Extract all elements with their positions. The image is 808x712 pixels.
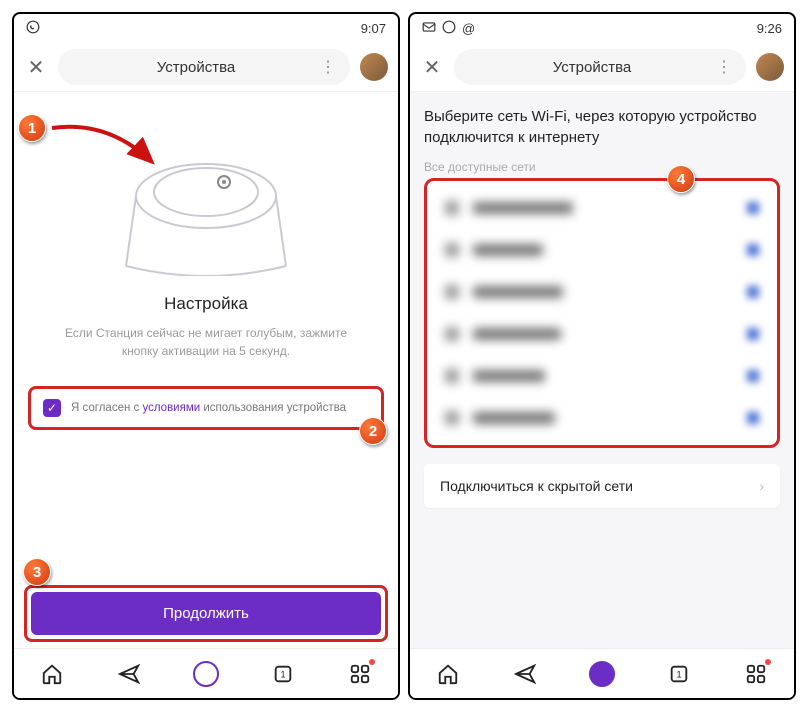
nav-apps-icon[interactable] [347,661,373,687]
wifi-name [473,244,543,256]
more-icon[interactable]: ⋮ [716,57,732,77]
bottom-nav: 1 [410,648,794,698]
nav-home-icon[interactable] [435,661,461,687]
mail-icon [422,21,436,36]
callout-2: 2 [359,417,387,445]
wifi-network-item[interactable] [431,271,773,313]
svg-text:1: 1 [280,669,285,679]
wifi-name [473,370,545,382]
wifi-signal-icon [445,411,459,425]
status-time: 9:07 [361,21,386,36]
nav-send-icon[interactable] [512,661,538,687]
wifi-name [473,286,563,298]
avatar[interactable] [756,53,784,81]
wifi-network-item[interactable] [431,355,773,397]
wifi-network-item[interactable] [431,313,773,355]
setup-subtitle: Если Станция сейчас не мигает голубым, з… [28,324,384,360]
header-pill[interactable]: Устройства ⋮ [454,49,746,85]
lock-icon [747,412,759,424]
wifi-network-item[interactable] [431,229,773,271]
wifi-signal-icon [445,327,459,341]
notification-dot-icon [765,659,771,665]
nav-alice-icon[interactable] [589,661,615,687]
lock-icon [747,370,759,382]
nav-apps-icon[interactable] [743,661,769,687]
hidden-network-label: Подключиться к скрытой сети [440,478,633,494]
wifi-heading: Выберите сеть Wi-Fi, через которую устро… [424,106,780,148]
app-header: ✕ Устройства ⋮ [410,43,794,92]
status-left-icons: @ [422,20,475,37]
lock-icon [747,244,759,256]
consent-box: ✓ Я согласен с условиями использования у… [28,386,384,430]
avatar[interactable] [360,53,388,81]
bottom-nav: 1 [14,648,398,698]
nav-send-icon[interactable] [116,661,142,687]
more-icon[interactable]: ⋮ [320,57,336,77]
hidden-network-button[interactable]: Подключиться к скрытой сети › [424,464,780,508]
consent-checkbox[interactable]: ✓ [43,399,61,417]
callout-4: 4 [667,165,695,193]
status-time: 9:26 [757,21,782,36]
content-left: 1 Настройка Если Станция сейчас не мигае… [14,92,398,698]
wifi-name [473,202,573,214]
header-title: Устройства [157,59,235,76]
callout-1: 1 [18,114,46,142]
whatsapp-icon [26,20,40,37]
nav-home-icon[interactable] [39,661,65,687]
continue-button[interactable]: Продолжить [31,592,381,635]
wifi-subheading: Все доступные сети [424,160,780,174]
at-icon: @ [462,21,475,36]
wifi-signal-icon [445,243,459,257]
wifi-name [473,328,561,340]
status-bar: 9:07 [14,14,398,43]
close-icon[interactable]: ✕ [24,55,48,80]
nav-square-icon[interactable]: 1 [270,661,296,687]
nav-alice-icon[interactable] [193,661,219,687]
wifi-signal-icon [445,201,459,215]
header-title: Устройства [553,59,631,76]
notification-dot-icon [369,659,375,665]
arrow-icon [48,118,158,174]
phone-right: @ 9:26 ✕ Устройства ⋮ Выберите сеть Wi-F… [408,12,796,700]
wifi-name [473,412,555,424]
setup-title: Настройка [28,294,384,314]
consent-text: Я согласен с условиями использования уст… [71,402,346,414]
phone-left: 9:07 ✕ Устройства ⋮ 1 [12,12,400,700]
wifi-signal-icon [445,285,459,299]
lock-icon [747,328,759,340]
svg-text:1: 1 [676,669,681,679]
chevron-right-icon: › [759,478,764,494]
continue-highlight: 3 Продолжить [24,585,388,642]
wifi-signal-icon [445,369,459,383]
whatsapp-icon [442,20,456,37]
header-pill[interactable]: Устройства ⋮ [58,49,350,85]
terms-link[interactable]: условиями [142,402,200,414]
callout-3: 3 [23,558,51,586]
close-icon[interactable]: ✕ [420,55,444,80]
lock-icon [747,202,759,214]
status-bar: @ 9:26 [410,14,794,43]
lock-icon [747,286,759,298]
wifi-list: 4 [424,178,780,448]
content-right: Выберите сеть Wi-Fi, через которую устро… [410,92,794,698]
status-left-icons [26,20,40,37]
app-header: ✕ Устройства ⋮ [14,43,398,92]
wifi-network-item[interactable] [431,397,773,439]
wifi-network-item[interactable] [431,187,773,229]
nav-square-icon[interactable]: 1 [666,661,692,687]
